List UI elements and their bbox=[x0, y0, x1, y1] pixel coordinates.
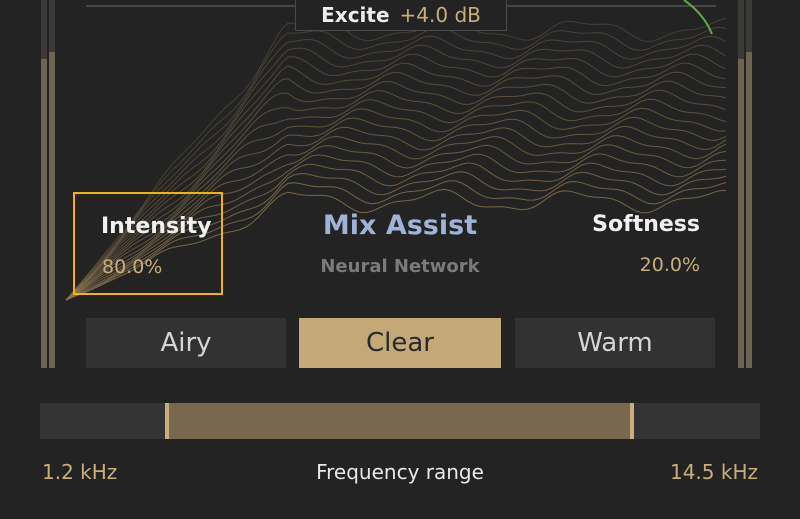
mode-warm-button[interactable]: Warm bbox=[515, 318, 715, 368]
frequency-high-value: 14.5 kHz bbox=[669, 460, 758, 484]
frequency-range-label: Frequency range bbox=[316, 460, 484, 484]
mode-airy-button[interactable]: Airy bbox=[86, 318, 286, 368]
right-level-meter bbox=[738, 0, 752, 368]
softness-label[interactable]: Softness bbox=[592, 212, 700, 237]
intensity-control[interactable]: Intensity 80.0% bbox=[73, 192, 223, 295]
frequency-low-value: 1.2 kHz bbox=[42, 460, 118, 484]
excite-label: Excite bbox=[321, 3, 390, 27]
frequency-range-fill[interactable] bbox=[167, 403, 632, 439]
frequency-range-slider[interactable] bbox=[40, 403, 760, 439]
softness-value[interactable]: 20.0% bbox=[640, 254, 700, 276]
left-level-meter bbox=[41, 0, 55, 368]
intensity-value: 80.0% bbox=[102, 256, 163, 278]
frequency-low-handle[interactable] bbox=[165, 403, 170, 439]
frequency-high-handle[interactable] bbox=[629, 403, 634, 439]
mode-clear-button[interactable]: Clear bbox=[299, 318, 501, 368]
excite-value: +4.0 dB bbox=[399, 3, 481, 27]
intensity-label: Intensity bbox=[101, 214, 212, 239]
mix-assist-subtitle: Neural Network bbox=[320, 256, 480, 277]
excite-badge[interactable]: Excite +4.0 dB bbox=[295, 0, 507, 31]
mix-assist-title: Mix Assist bbox=[322, 210, 478, 241]
